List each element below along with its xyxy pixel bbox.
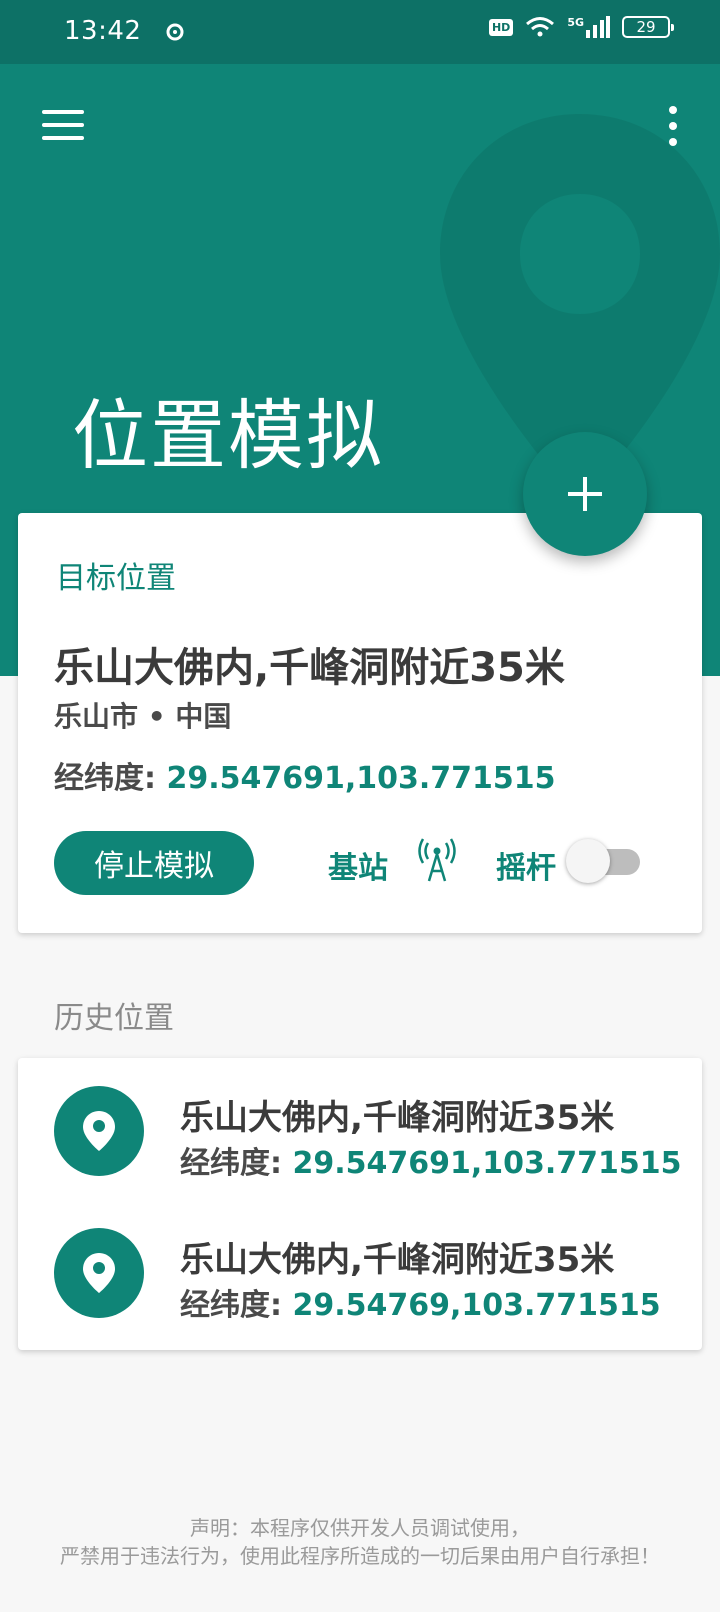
screen: 13:42 HD 5G 29 位置模拟 目标位置 乐山大佛内,千峰洞附近35米 … <box>0 0 720 1612</box>
list-item[interactable]: 乐山大佛内,千峰洞附近35米 经纬度: 29.547691,103.771515 <box>18 1058 702 1204</box>
target-location-region: 乐山市 • 中国 <box>54 700 232 733</box>
joystick-label: 摇杆 <box>496 851 556 886</box>
hamburger-icon[interactable] <box>40 108 84 142</box>
stop-simulation-button[interactable]: 停止模拟 <box>54 831 254 895</box>
coord-value: 29.54769,103.771515 <box>292 1288 661 1323</box>
toggle-thumb <box>566 839 610 883</box>
target-location-card: 目标位置 乐山大佛内,千峰洞附近35米 乐山市 • 中国 经纬度: 29.547… <box>18 513 702 933</box>
location-pin-icon <box>54 1086 144 1176</box>
history-coordinates: 经纬度: 29.547691,103.771515 <box>180 1138 682 1182</box>
status-time: 13:42 <box>64 16 142 46</box>
coord-label: 经纬度: <box>180 1146 282 1181</box>
location-pin-icon <box>54 1228 144 1318</box>
history-list: 乐山大佛内,千峰洞附近35米 经纬度: 29.547691,103.771515… <box>18 1058 702 1350</box>
coord-label: 经纬度: <box>180 1288 282 1323</box>
list-item[interactable]: 乐山大佛内,千峰洞附近35米 经纬度: 29.54769,103.771515 <box>18 1200 702 1346</box>
antenna-icon[interactable] <box>414 837 460 883</box>
target-coordinates: 经纬度: 29.547691,103.771515 <box>54 753 556 797</box>
history-coordinates: 经纬度: 29.54769,103.771515 <box>180 1280 661 1324</box>
coord-value: 29.547691,103.771515 <box>166 761 556 796</box>
disclaimer-line-1: 声明：本程序仅供开发人员调试使用， <box>190 1516 530 1540</box>
battery-icon: 29 <box>622 16 674 38</box>
page-title: 位置模拟 <box>72 391 384 480</box>
history-location-name: 乐山大佛内,千峰洞附近35米 <box>180 1240 615 1280</box>
joystick-toggle[interactable] <box>566 839 644 883</box>
base-station-label[interactable]: 基站 <box>328 843 388 887</box>
target-location-label: 目标位置 <box>56 561 176 596</box>
wifi-icon <box>526 17 555 37</box>
signal-icon <box>586 16 610 38</box>
status-bar: 13:42 HD 5G 29 <box>0 0 720 64</box>
history-title: 历史位置 <box>54 1001 174 1036</box>
status-icons: HD 5G 29 <box>488 16 674 38</box>
hd-badge: HD <box>488 18 514 36</box>
target-location-name: 乐山大佛内,千峰洞附近35米 <box>54 645 565 691</box>
more-vertical-icon[interactable] <box>652 104 692 148</box>
coord-label: 经纬度: <box>54 761 156 796</box>
disclaimer-line-2: 严禁用于违法行为，使用此程序所造成的一切后果由用户自行承担！ <box>60 1544 660 1568</box>
settings-notification-icon <box>166 23 184 41</box>
add-location-button[interactable] <box>523 432 647 556</box>
network-type: 5G <box>567 16 610 38</box>
disclaimer: 声明：本程序仅供开发人员调试使用， 严禁用于违法行为，使用此程序所造成的一切后果… <box>30 1514 690 1570</box>
history-location-name: 乐山大佛内,千峰洞附近35米 <box>180 1098 615 1138</box>
network-label: 5G <box>567 16 584 29</box>
plus-icon <box>568 477 602 511</box>
coord-value: 29.547691,103.771515 <box>292 1146 682 1181</box>
